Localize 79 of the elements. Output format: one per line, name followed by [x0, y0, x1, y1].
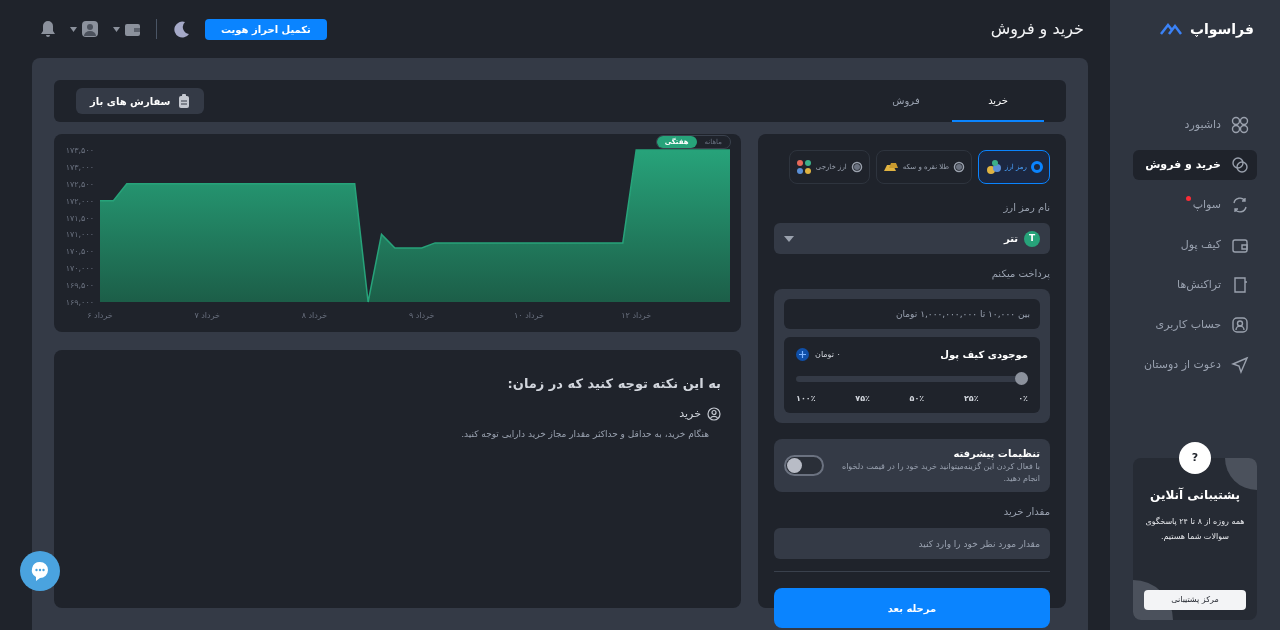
next-step-button[interactable]: مرحله بعد: [774, 588, 1050, 628]
dots-icon: [795, 159, 812, 175]
y-tick-label: ۱۷۳,۵۰۰: [65, 146, 94, 155]
coins-icon: [985, 159, 1002, 175]
radio-icon: [953, 161, 966, 173]
tether-icon: T: [1024, 230, 1040, 247]
y-tick-label: ۱۷۱,۵۰۰: [65, 213, 94, 223]
page-title: خرید و فروش: [990, 18, 1084, 41]
avatar-icon: [81, 20, 99, 38]
add-funds-button[interactable]: [796, 348, 809, 361]
logo-text: فراسواپ: [1189, 19, 1254, 40]
plus-icon: [799, 351, 806, 358]
percent-mark[interactable]: ۲۵٪: [963, 393, 979, 405]
support-text: همه روزه از ۸ تا ۲۴ پاسخگوی سوالات شما هستیم.: [1144, 516, 1246, 543]
field-label: پرداخت میکنم: [990, 267, 1050, 281]
note-heading: خرید: [679, 405, 701, 422]
sidebar-item[interactable]: داشبورد: [1133, 110, 1257, 140]
open-orders-button[interactable]: سفارش های باز: [76, 88, 205, 114]
y-tick-label: ۱۷۲,۵۰۰: [65, 179, 94, 189]
x-tick-label: ۷ خرداد: [194, 311, 220, 320]
y-tick-label: ۱۷۰,۵۰۰: [65, 247, 94, 257]
coins-exchange-icon: [1231, 156, 1249, 174]
x-tick-label: ۸ خرداد: [301, 311, 328, 320]
chat-icon: [29, 560, 51, 582]
radio-icon: [850, 161, 863, 173]
sidebar-item[interactable]: دعوت از دوستان: [1133, 350, 1257, 380]
x-tick-label: ۱۲ خرداد: [621, 311, 652, 320]
y-tick-label: ۱۷۰,۰۰۰: [65, 264, 94, 274]
sidebar-item[interactable]: سواپ: [1133, 190, 1257, 220]
x-tick-label: ۱۰ خرداد: [514, 311, 544, 320]
caret-icon: [113, 26, 120, 32]
wallet-icon: [1231, 236, 1249, 254]
field-label: مقدار خرید: [1002, 505, 1050, 519]
field-label: نام رمز ارز: [1002, 201, 1050, 215]
support-title: پشتیبانی آنلاین: [1150, 486, 1240, 504]
dropdown-caret-icon: [784, 235, 794, 242]
percent-mark[interactable]: ۷۵٪: [855, 393, 870, 405]
percent-mark[interactable]: ۱۰۰٪: [796, 393, 816, 405]
verify-identity-button[interactable]: تکمیل احراز هویت: [205, 18, 327, 40]
help-badge: ?: [1179, 442, 1211, 474]
x-tick-label: ۹ خرداد: [408, 311, 435, 320]
y-tick-label: ۱۶۹,۰۰۰: [65, 298, 94, 307]
moon-icon: [171, 19, 191, 39]
y-tick-label: ۱۷۲,۰۰۰: [65, 196, 94, 206]
y-tick-label: ۱۶۹,۵۰۰: [65, 281, 94, 291]
user-badge-icon: [707, 406, 721, 421]
support-center-button[interactable]: مرکز پشتیبانی: [1144, 590, 1246, 610]
y-tick-label: ۱۷۱,۰۰۰: [65, 230, 94, 240]
tab[interactable]: خرید: [952, 80, 1044, 122]
sidebar-item[interactable]: کیف پول: [1133, 230, 1257, 260]
wallet-balance-label: موجودی کیف پول: [940, 348, 1028, 362]
receipt-icon: [1231, 276, 1249, 294]
advanced-settings-title: تنظیمات پیشرفته: [952, 447, 1040, 461]
chat-button[interactable]: [20, 551, 60, 591]
sidebar-item[interactable]: حساب کاربری: [1133, 310, 1257, 340]
notes-title: به این نکته توجه کنید که در زمان:: [506, 375, 721, 393]
amount-input[interactable]: مقدار مورد نظر خود را وارد کنید: [774, 528, 1050, 559]
advanced-settings-text: با فعال کردن این گزینه‌میتوانید خرید خود را در قیمت دلخواه انجام دهید.: [840, 461, 1040, 485]
percent-mark[interactable]: ۰٪: [1018, 393, 1028, 405]
grid-icon: [1231, 116, 1249, 134]
wallet-balance-value: ۰ تومان: [815, 348, 841, 361]
payment-input[interactable]: بین ۱۰,۰۰۰ تا ۱,۰۰۰,۰۰۰,۰۰۰ تومان: [784, 299, 1040, 329]
radio-selected-icon: [1031, 161, 1043, 173]
tab[interactable]: فروش: [860, 80, 952, 122]
avatar-button[interactable]: [70, 20, 99, 38]
sidebar-item[interactable]: خرید و فروش: [1133, 150, 1257, 180]
note-text: هنگام خرید، به حداقل و حداکثر مقدار مجاز خرید دارایی توجه کنید.: [460, 428, 709, 441]
user-icon: [1231, 316, 1249, 334]
clipboard-icon: [178, 94, 191, 108]
logo-icon: [1159, 22, 1182, 36]
send-icon: [1231, 356, 1249, 374]
sidebar-item[interactable]: تراکنش‌ها: [1133, 270, 1257, 300]
advanced-settings-toggle[interactable]: [784, 455, 824, 476]
bell-icon: [40, 20, 56, 38]
caret-icon: [70, 26, 77, 32]
x-tick-label: ۶ خرداد: [87, 311, 113, 320]
y-tick-label: ۱۷۳,۰۰۰: [65, 162, 94, 172]
percent-mark[interactable]: ۵۰٪: [909, 393, 925, 405]
swap-icon: [1231, 196, 1249, 214]
